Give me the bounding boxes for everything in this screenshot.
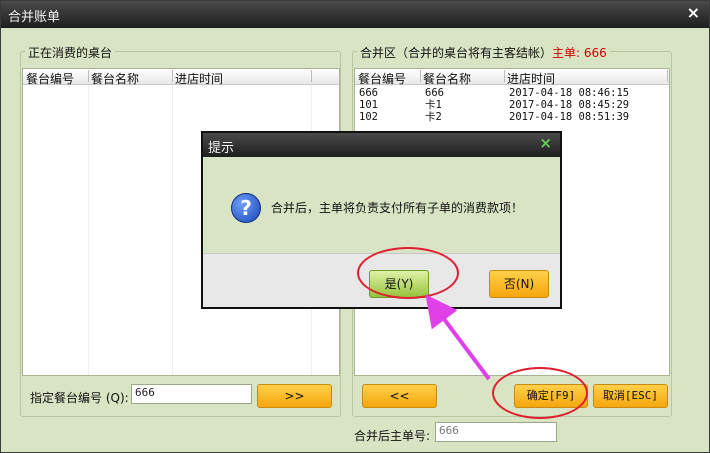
column-table-no[interactable]: 餐台编号 <box>358 70 406 87</box>
close-icon[interactable]: × <box>687 3 700 22</box>
no-button[interactable]: 否(N) <box>489 270 549 298</box>
column-table-name[interactable]: 餐台名称 <box>91 70 139 87</box>
question-icon: ? <box>231 193 261 223</box>
column-table-name[interactable]: 餐台名称 <box>423 70 471 87</box>
table-input-label: 指定餐台编号 (Q): <box>30 391 129 405</box>
yes-button[interactable]: 是(Y) <box>369 270 429 298</box>
cancel-button[interactable]: 取消[ESC] <box>593 384 668 408</box>
table-no-input[interactable]: 666 <box>131 384 252 404</box>
table-row[interactable]: 666 666 2017-04-18 08:46:15 <box>355 87 669 99</box>
column-table-no[interactable]: 餐台编号 <box>26 70 74 87</box>
window-title: 合并账单 <box>8 10 61 25</box>
confirm-button[interactable]: 确定[F9] <box>514 384 588 408</box>
column-entry-time[interactable]: 进店时间 <box>507 70 555 87</box>
dialog-close-icon[interactable]: × <box>539 134 552 152</box>
main-order-label: 主单: 666 <box>552 46 607 60</box>
main-no-label: 合并后主单号: <box>354 429 431 443</box>
remove-table-button[interactable]: << <box>362 384 437 408</box>
list-header: 餐台编号 餐台名称 进店时间 <box>23 69 339 87</box>
main-no-field: 666 <box>435 422 557 442</box>
dialog-titlebar: 提示 × <box>203 133 560 157</box>
add-table-button[interactable]: >> <box>257 384 332 408</box>
dialog-button-bar: 是(Y) 否(N) <box>203 253 560 307</box>
table-row[interactable]: 102 卡2 2017-04-18 08:51:39 <box>355 111 669 123</box>
table-row[interactable]: 101 卡1 2017-04-18 08:45:29 <box>355 99 669 111</box>
merge-area-title-wrap: 合并区（合并的桌台将有主客结帐）主单: 666 <box>357 44 610 61</box>
list-header: 餐台编号 餐台名称 进店时间 <box>355 69 669 87</box>
window-titlebar: 合并账单 × <box>1 1 709 28</box>
dialog-title: 提示 <box>208 141 235 156</box>
confirm-dialog: 提示 × ? 合并后，主单将负责支付所有子单的消费款项！ 是(Y) 否(N) <box>201 131 562 309</box>
column-entry-time[interactable]: 进店时间 <box>175 70 223 87</box>
merge-bill-window: 合并账单 × 正在消费的桌台 餐台编号 餐台名称 进店时间 指定餐台编号 (Q)… <box>0 0 710 453</box>
dialog-body: ? 合并后，主单将负责支付所有子单的消费款项！ <box>203 157 560 253</box>
merge-area-title: 合并区（合并的桌台将有主客结帐） <box>360 46 553 60</box>
dialog-message: 合并后，主单将负责支付所有子单的消费款项！ <box>271 201 524 215</box>
consuming-tables-title: 正在消费的桌台 <box>25 44 116 61</box>
